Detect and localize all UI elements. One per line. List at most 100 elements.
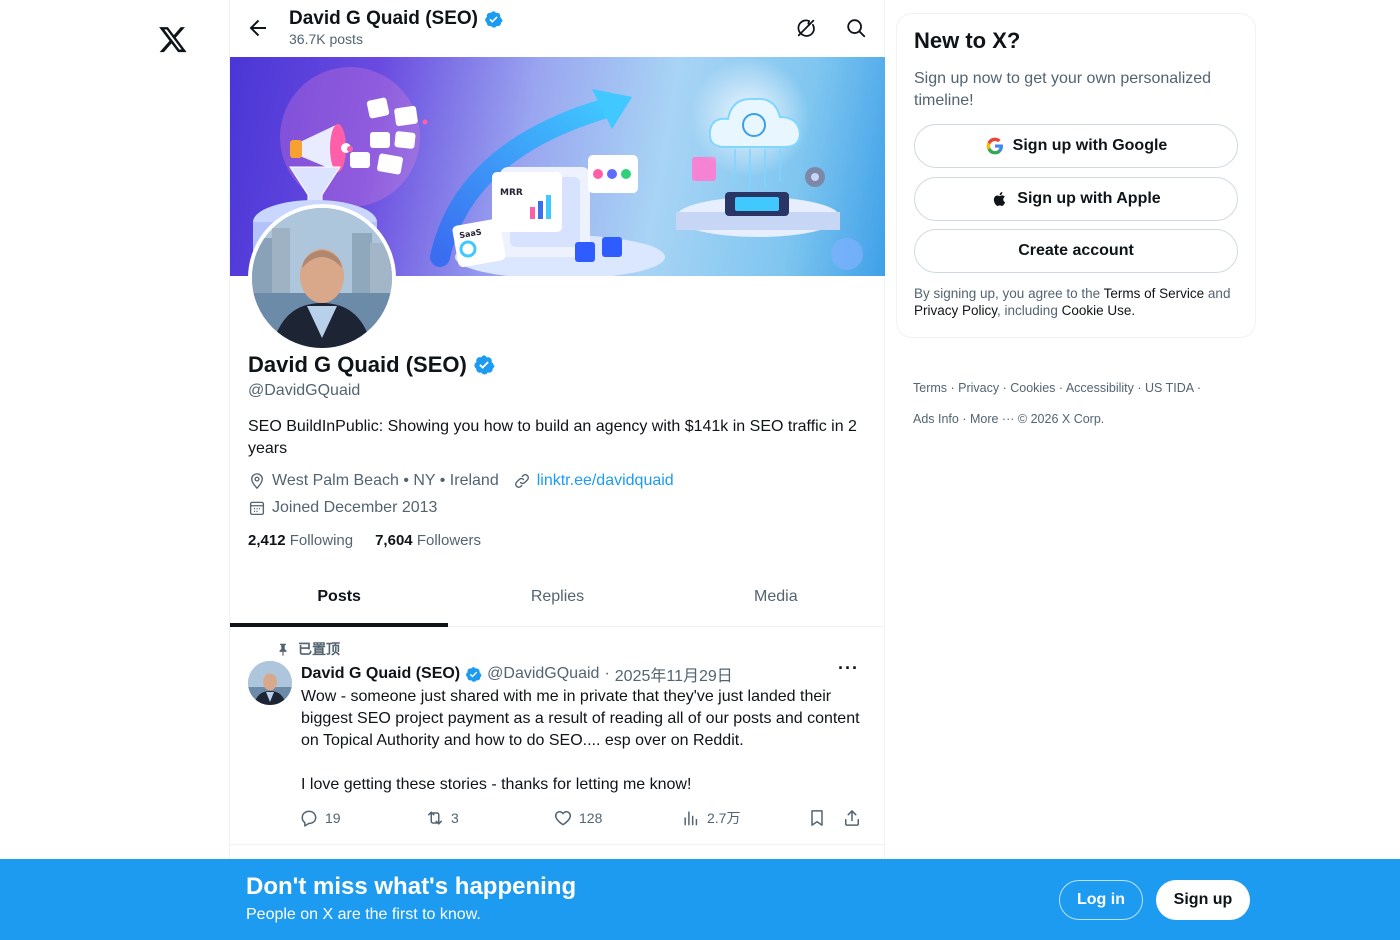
views-chart-icon <box>684 811 698 826</box>
header-name: David G Quaid (SEO) <box>289 8 503 30</box>
following-link[interactable]: 2,412 Following <box>248 532 353 549</box>
signup-card-subtitle: Sign up now to get your own personalized… <box>914 70 1212 109</box>
legal-and: and <box>1204 286 1231 301</box>
signup-apple-button[interactable]: Sign up with Apple <box>914 177 1238 221</box>
signup-google-label: Sign up with Google <box>1012 137 1168 154</box>
signup-button[interactable]: Sign up <box>1156 880 1250 920</box>
create-account-button[interactable]: Create account <box>914 229 1238 273</box>
like-count: 128 <box>579 810 603 826</box>
profile-stats: 2,412 Following 7,604 Followers <box>248 532 481 549</box>
like-button[interactable]: 128 <box>553 808 602 828</box>
verified-badge-icon[interactable] <box>465 666 482 683</box>
followers-link[interactable]: 7,604 Followers <box>375 532 481 549</box>
profile-name: David G Quaid (SEO) <box>248 352 495 378</box>
footer-link-us-tida[interactable]: US TIDA <box>1145 381 1193 395</box>
tab-replies[interactable]: Replies <box>448 570 666 626</box>
tweet-author-name[interactable]: David G Quaid (SEO) <box>301 665 460 683</box>
profile-name-text: David G Quaid (SEO) <box>248 352 467 377</box>
cookie-use-link[interactable]: Cookie Use. <box>1062 303 1136 318</box>
reply-button[interactable]: 19 <box>299 808 341 828</box>
footer-links: Terms · Privacy · Cookies · Accessibilit… <box>913 381 1202 426</box>
profile-handle: @DavidGQuaid <box>248 382 361 399</box>
profile-tabs: Posts Replies Media <box>230 570 885 627</box>
footer-link-accessibility[interactable]: Accessibility <box>1066 381 1134 395</box>
footer-link-ads-info[interactable]: Ads Info <box>913 412 959 426</box>
tweet-date[interactable]: 2025年11月29日 <box>615 662 733 686</box>
link-icon <box>514 474 529 488</box>
profile-header-bar: David G Quaid (SEO) 36.7K posts <box>230 0 886 57</box>
tab-media[interactable]: Media <box>667 570 885 626</box>
main-column: David G Quaid (SEO) 36.7K posts MRR SaaS… <box>229 0 885 940</box>
signup-google-button[interactable]: Sign up with Google <box>914 124 1238 168</box>
profile-joined-date: Joined December 2013 <box>272 499 438 516</box>
bookmark-button[interactable] <box>807 808 827 828</box>
profile-bio: SEO BuildInPublic: Showing you how to bu… <box>248 418 857 457</box>
bottom-bar-subtitle: People on X are the first to know. <box>246 906 481 923</box>
signup-card: New to X? Sign up now to get your own pe… <box>896 13 1256 338</box>
signup-apple-label: Sign up with Apple <box>1017 190 1161 207</box>
avatar-photo <box>252 208 392 348</box>
legal-prefix: By signing up, you agree to the <box>914 286 1104 301</box>
tweet-separator: · <box>604 665 610 682</box>
heart-icon <box>554 811 572 826</box>
tweet-author-avatar[interactable] <box>248 661 292 705</box>
grok-icon[interactable] <box>795 17 817 39</box>
tweet-text: Wow - someone just shared with me in pri… <box>301 688 860 793</box>
share-icon <box>845 810 859 826</box>
tweet-header: David G Quaid (SEO) @DavidGQuaid · 2025年… <box>301 662 733 686</box>
verified-badge-icon[interactable] <box>484 10 503 29</box>
tweet-actions: 19 3 128 2.7万 <box>299 808 869 830</box>
login-prompt-bar: Don't miss what's happening People on X … <box>0 859 1400 940</box>
repost-count: 3 <box>451 810 459 826</box>
pinned-indicator: 已置顶 <box>276 639 340 659</box>
repost-button[interactable]: 3 <box>425 808 459 828</box>
profile-website-link[interactable]: linktr.ee/davidquaid <box>537 472 674 490</box>
calendar-icon <box>249 501 265 516</box>
footer-link-more[interactable]: More ··· <box>970 412 1014 426</box>
search-icon[interactable] <box>845 17 867 39</box>
profile-avatar[interactable] <box>248 204 396 352</box>
privacy-policy-link[interactable]: Privacy Policy <box>914 303 997 318</box>
reply-icon <box>301 810 317 827</box>
views-button[interactable]: 2.7万 <box>681 808 740 828</box>
profile-meta-row: West Palm Beach • NY • Ireland linktr.ee… <box>248 472 674 490</box>
back-arrow-icon[interactable] <box>246 16 270 40</box>
legal-including: , including <box>997 303 1062 318</box>
reply-count: 19 <box>325 810 341 826</box>
signup-card-title: New to X? <box>914 28 1021 53</box>
pinned-label: 已置顶 <box>298 641 340 657</box>
footer-link-cookies[interactable]: Cookies <box>1010 381 1055 395</box>
x-logo-icon[interactable] <box>158 24 188 54</box>
bookmark-icon <box>811 810 823 826</box>
tweet-divider <box>230 844 885 845</box>
profile-joined-row: Joined December 2013 <box>248 499 437 517</box>
footer-link-terms[interactable]: Terms <box>913 381 947 395</box>
google-icon <box>986 137 1003 155</box>
bottom-bar-title: Don't miss what's happening <box>246 873 577 900</box>
repost-icon <box>428 811 442 825</box>
signup-legal-text: By signing up, you agree to the Terms of… <box>914 285 1244 319</box>
footer-copyright: © 2026 X Corp. <box>1017 412 1105 426</box>
views-count: 2.7万 <box>707 810 741 826</box>
following-count: 2,412 <box>248 532 286 549</box>
header-posts-count: 36.7K posts <box>289 31 363 47</box>
share-button[interactable] <box>842 808 862 828</box>
create-account-label: Create account <box>1018 242 1134 259</box>
location-icon <box>251 473 263 490</box>
tweet-more-button[interactable]: ··· <box>838 658 859 679</box>
verified-badge-icon[interactable] <box>473 354 495 376</box>
terms-of-service-link[interactable]: Terms of Service <box>1104 286 1205 301</box>
footer-link-privacy[interactable]: Privacy <box>958 381 999 395</box>
tab-posts[interactable]: Posts <box>230 570 449 627</box>
login-button[interactable]: Log in <box>1059 880 1143 920</box>
profile-location: West Palm Beach • NY • Ireland <box>272 472 499 489</box>
apple-icon <box>994 191 1006 206</box>
svg-text:MRR: MRR <box>500 188 523 198</box>
following-label: Following <box>289 532 354 549</box>
followers-count: 7,604 <box>375 532 413 549</box>
tweet-avatar-photo <box>248 661 292 705</box>
header-name-text: David G Quaid (SEO) <box>289 8 478 29</box>
pin-icon <box>279 643 287 656</box>
followers-label: Followers <box>416 532 481 549</box>
tweet-author-handle[interactable]: @DavidGQuaid <box>487 665 599 683</box>
